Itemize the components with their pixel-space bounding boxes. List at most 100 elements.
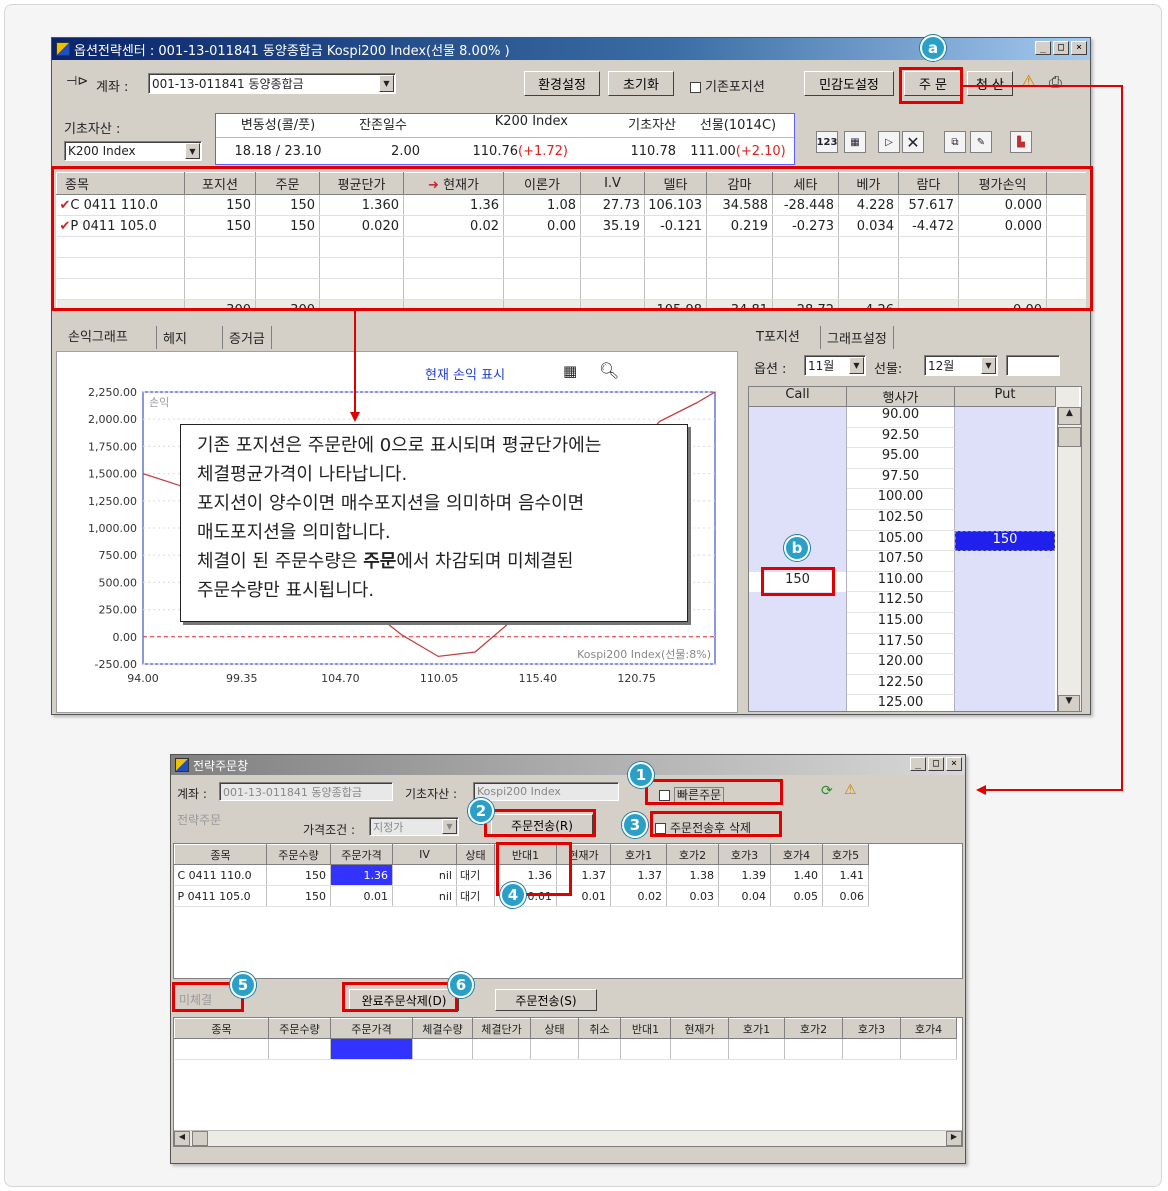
horizontal-scrollbar[interactable]: ◀ ▶ — [174, 1130, 962, 1146]
tab-graph-settings[interactable]: 그래프설정 — [820, 326, 894, 349]
table-cell[interactable]: 150 — [266, 885, 331, 907]
col-quote2[interactable]: 호가2 — [666, 844, 719, 865]
col-status[interactable]: 상태 — [530, 1018, 579, 1039]
put-cell[interactable] — [955, 612, 1055, 634]
col-delta[interactable]: 델타 — [644, 172, 707, 195]
chart-icon[interactable]: ▙ — [1010, 131, 1032, 153]
col-quote4[interactable]: 호가4 — [770, 844, 823, 865]
futures-month-select[interactable]: 12월 ▼ — [924, 355, 998, 376]
zoom-icon[interactable]: 🔍︎ — [599, 361, 619, 380]
price-cond-select[interactable]: 지정가 ▼ — [369, 817, 459, 836]
strike-row[interactable]: 97.50 — [749, 468, 1081, 490]
put-cell[interactable] — [955, 654, 1055, 675]
call-cell[interactable] — [749, 407, 847, 428]
tab-t-position[interactable]: T포지션 — [750, 324, 806, 347]
calculator-icon[interactable]: ▦ — [844, 131, 866, 153]
put-cell[interactable] — [955, 509, 1055, 531]
tab-hedge[interactable]: 헤지 — [156, 326, 193, 349]
account-select[interactable]: 001-13-011841 동양종합금 ▼ — [148, 73, 396, 94]
col-current-price[interactable]: ➜ 현재가 — [403, 172, 504, 195]
quick-order-checkbox[interactable]: 빠른주문 — [659, 786, 725, 803]
strike-row[interactable]: 90.00 — [749, 407, 1081, 428]
table-cell[interactable]: 150 — [266, 864, 331, 886]
col-filled-qty[interactable]: 체결수량 — [412, 1018, 473, 1039]
col-quote3[interactable]: 호가3 — [842, 1018, 901, 1039]
col-theta[interactable]: 세타 — [772, 172, 839, 195]
warning-icon[interactable]: ⚠ — [1021, 72, 1036, 92]
col-quote4[interactable]: 호가4 — [900, 1018, 957, 1039]
call-cell[interactable] — [749, 468, 847, 490]
col-order[interactable]: 주문 — [255, 172, 320, 195]
call-cell[interactable] — [749, 489, 847, 510]
order-price-cell[interactable]: 1.36 — [330, 864, 393, 886]
strike-row[interactable]: 100.00 — [749, 489, 1081, 510]
col-symbol[interactable]: 종목 — [174, 844, 267, 865]
col-vega[interactable]: 베가 — [838, 172, 899, 195]
col-lambda[interactable]: 람다 — [898, 172, 959, 195]
put-cell[interactable] — [955, 427, 1055, 449]
col-position[interactable]: 포지션 — [184, 172, 256, 195]
call-cell[interactable] — [749, 592, 847, 613]
existing-position-checkbox[interactable]: 기존포지션 — [690, 76, 765, 95]
col-status[interactable]: 상태 — [456, 844, 495, 865]
maximize-button[interactable]: □ — [928, 757, 944, 771]
table-row[interactable] — [174, 1038, 957, 1060]
order-price-cell[interactable]: 0.01 — [330, 885, 393, 907]
put-cell[interactable] — [955, 695, 1055, 711]
table-row[interactable]: ✔C 0411 110.0 150 150 1.360 1.36 1.08 27… — [56, 194, 1086, 216]
close-button[interactable]: × — [1071, 41, 1087, 55]
put-cell[interactable] — [955, 592, 1055, 613]
col-gamma[interactable]: 감마 — [706, 172, 773, 195]
col-pnl[interactable]: 평가손익 — [958, 172, 1047, 195]
edit-icon[interactable]: ✎ — [970, 131, 992, 153]
col-iv[interactable]: I.V — [580, 172, 645, 195]
call-cell[interactable] — [749, 448, 847, 469]
refresh-icon[interactable]: ⟳ — [821, 783, 833, 799]
col-symbol[interactable]: 종목 — [56, 172, 185, 195]
futures-qty-input[interactable] — [1006, 355, 1060, 376]
col-quote2[interactable]: 호가2 — [784, 1018, 843, 1039]
send-order-s-button[interactable]: 주문전송(S) — [495, 989, 597, 1011]
delete-after-send-checkbox[interactable]: 주문전송후 삭제 — [655, 819, 751, 836]
col-theoretical[interactable]: 이론가 — [503, 172, 581, 195]
strike-row[interactable]: 120.00 — [749, 654, 1081, 675]
col-order-qty[interactable]: 주문수량 — [266, 844, 331, 865]
reset-button[interactable]: 초기화 — [608, 71, 674, 96]
calculator-123-icon[interactable]: 123 — [816, 131, 838, 153]
underlying-select[interactable]: K200 Index ▼ — [64, 141, 202, 161]
warning-icon[interactable]: ⚠ — [844, 782, 857, 798]
order-button[interactable]: 주 문 — [904, 71, 962, 96]
call-cell[interactable] — [749, 633, 847, 655]
strike-row[interactable]: 122.50 — [749, 674, 1081, 696]
put-cell[interactable] — [955, 448, 1055, 469]
col-quote1[interactable]: 호가1 — [610, 844, 667, 865]
send-order-r-button[interactable]: 주문전송(R) — [491, 814, 593, 837]
col-current[interactable]: 현재가 — [556, 844, 611, 865]
call-cell[interactable] — [749, 509, 847, 531]
col-symbol[interactable]: 종목 — [174, 1018, 269, 1039]
col-avg-price[interactable]: 평균단가 — [319, 172, 404, 195]
strike-row[interactable]: 115.00 — [749, 612, 1081, 634]
col-order-qty[interactable]: 주문수량 — [268, 1018, 331, 1039]
selected-cell[interactable] — [330, 1038, 413, 1060]
table-cell[interactable]: 150 — [255, 215, 320, 237]
scroll-left-icon[interactable]: ◀ — [174, 1131, 190, 1146]
calendar-icon[interactable]: ▦ — [563, 362, 577, 380]
strike-row[interactable]: 125.00 — [749, 695, 1081, 711]
scroll-up-icon[interactable]: ▲ — [1058, 407, 1081, 425]
scroll-down-icon[interactable]: ▼ — [1058, 695, 1080, 711]
col-opposite1[interactable]: 반대1 — [494, 844, 557, 865]
print-icon[interactable]: ⎙ — [1049, 72, 1062, 92]
put-cell[interactable] — [955, 571, 1055, 593]
strike-row[interactable]: 102.50 — [749, 509, 1081, 531]
col-opposite1[interactable]: 반대1 — [620, 1018, 671, 1039]
table-row[interactable]: C 0411 110.0 150 1.36 nil 대기 1.36 1.37 1… — [174, 864, 869, 886]
put-cell[interactable] — [955, 407, 1055, 428]
col-cancel[interactable]: 취소 — [578, 1018, 621, 1039]
scroll-right-icon[interactable]: ▶ — [946, 1131, 962, 1146]
option-month-select[interactable]: 11월 ▼ — [804, 355, 866, 376]
strike-row[interactable]: 112.50 — [749, 592, 1081, 613]
col-quote3[interactable]: 호가3 — [718, 844, 771, 865]
tab-pnl-graph[interactable]: 손익그래프 — [62, 324, 134, 347]
add-document-icon[interactable]: ▷ — [878, 131, 900, 153]
